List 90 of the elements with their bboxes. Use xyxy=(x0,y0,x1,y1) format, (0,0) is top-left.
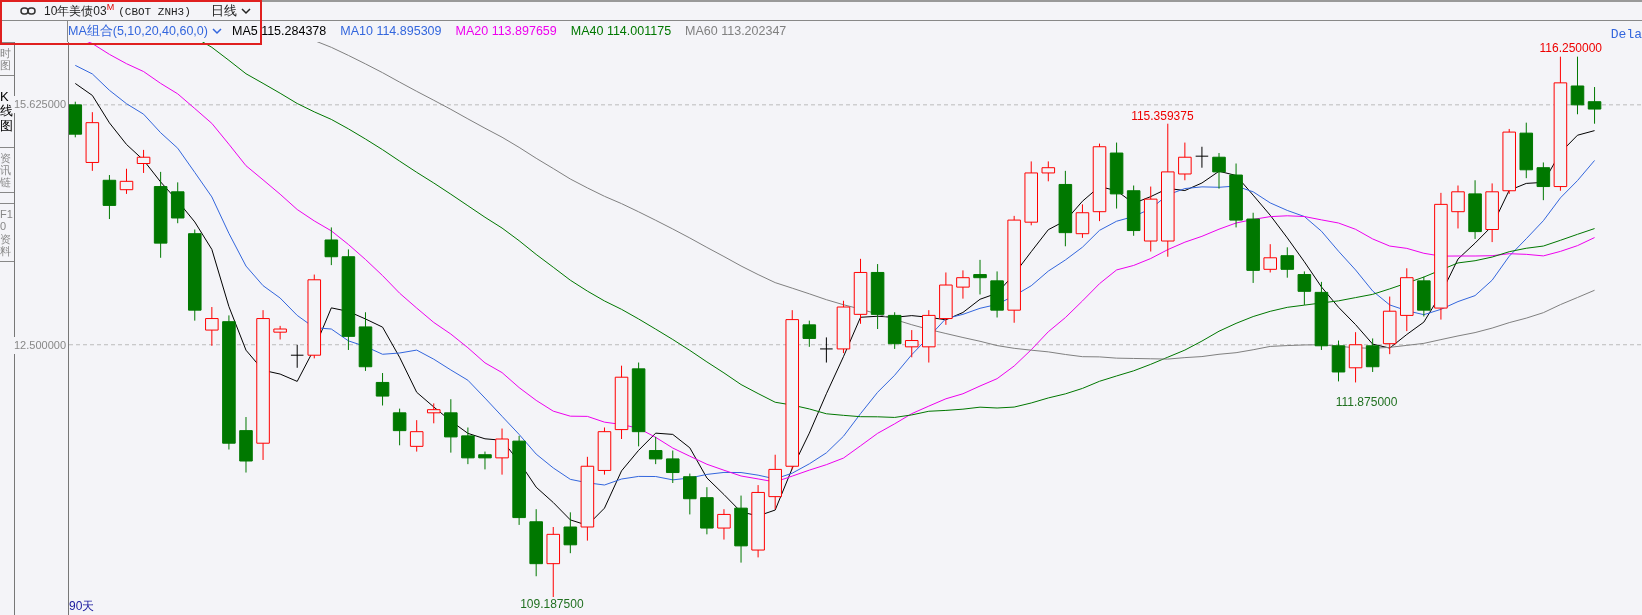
candlestick xyxy=(1570,56,1585,115)
candlestick xyxy=(427,402,441,424)
candlestick xyxy=(392,408,407,446)
candlestick xyxy=(648,436,663,465)
candlestick xyxy=(69,101,83,138)
moving-average-value: MA5 115.284378 xyxy=(231,23,327,41)
candlestick xyxy=(990,270,1004,318)
candlestick xyxy=(273,325,287,340)
chevron-down-icon xyxy=(240,7,251,15)
candlestick xyxy=(665,450,680,484)
candlestick xyxy=(887,311,902,350)
candlestick xyxy=(358,311,373,372)
candlestick xyxy=(939,271,953,326)
candlestick xyxy=(1041,160,1056,182)
candlestick xyxy=(205,306,219,347)
candlestick xyxy=(1536,161,1551,201)
candlestick xyxy=(290,344,304,369)
candlestick xyxy=(768,454,782,510)
candlestick xyxy=(1109,142,1124,210)
period-dropdown[interactable]: 日线 xyxy=(210,1,251,21)
candlestick xyxy=(1348,331,1363,383)
range-label: 90天 xyxy=(69,598,95,615)
candlestick xyxy=(324,226,339,266)
moving-average-value: MA40 114.001175 xyxy=(570,23,672,41)
candlestick xyxy=(1143,186,1158,252)
candlestick xyxy=(239,416,253,474)
candlestick xyxy=(700,486,714,535)
side-tab[interactable]: 时图 xyxy=(0,42,14,77)
status-label: Dela xyxy=(1610,26,1642,44)
candlestick xyxy=(119,168,134,195)
candlestick xyxy=(1263,243,1277,273)
price-axis-label: 12.500000 xyxy=(14,337,66,354)
candlestick xyxy=(1502,128,1516,195)
candlestick xyxy=(853,258,868,325)
side-tab[interactable]: 资讯链 xyxy=(0,147,14,194)
candlestick xyxy=(870,263,885,330)
moving-average-value: MA10 114.895309 xyxy=(340,23,442,41)
price-axis-label: 15.625000 xyxy=(14,96,66,113)
candlestick xyxy=(734,495,748,564)
candlestick xyxy=(136,149,151,174)
moving-average-value: MA60 113.202347 xyxy=(685,23,787,41)
side-tab[interactable]: F10资料 xyxy=(0,203,14,262)
candlestick xyxy=(597,427,612,476)
link-icon[interactable] xyxy=(20,7,36,15)
candlestick xyxy=(461,427,475,465)
candlestick xyxy=(1229,163,1243,228)
candlestick xyxy=(904,329,919,358)
candlestick xyxy=(1075,203,1090,239)
candlestick xyxy=(495,428,509,476)
candlestick xyxy=(1178,142,1192,181)
candlestick xyxy=(1297,270,1312,306)
candlestick xyxy=(1519,122,1534,179)
candlestick xyxy=(922,309,936,364)
candlestick xyxy=(1400,267,1414,332)
candlestick xyxy=(1451,185,1465,229)
instrument-title: 10年美债03$^{M}$ (CBOT ZNH3) xyxy=(44,1,191,20)
candlestick xyxy=(1331,340,1346,382)
candlestick xyxy=(1365,337,1380,373)
candlestick xyxy=(973,259,987,295)
chevron-down-icon xyxy=(211,28,222,35)
candlestick xyxy=(717,508,731,541)
candlestick xyxy=(1314,281,1329,351)
candlestick xyxy=(409,419,424,453)
candlestick xyxy=(1024,160,1038,226)
candlestick xyxy=(956,269,970,300)
candlestick xyxy=(1468,179,1482,240)
candlestick xyxy=(170,181,185,224)
candlestick xyxy=(563,511,578,554)
candlestick xyxy=(1212,152,1226,190)
candlestick xyxy=(1246,212,1260,284)
side-tab[interactable]: K线图 xyxy=(0,86,14,138)
candlestick xyxy=(802,320,817,348)
candlestick xyxy=(1382,296,1397,355)
candlestick xyxy=(836,300,851,354)
candlestick xyxy=(85,111,100,172)
candlestick xyxy=(1587,86,1602,125)
ma-preset-dropdown[interactable]: MA组合(5,10,20,40,60,0) xyxy=(68,22,222,41)
candlestick xyxy=(478,451,492,470)
candlestick xyxy=(444,398,458,454)
candlestick xyxy=(1195,146,1209,169)
candlestick xyxy=(1485,182,1499,243)
candlestick xyxy=(1417,276,1431,317)
candlestick xyxy=(102,174,117,220)
candlestick xyxy=(529,508,543,577)
candlestick xyxy=(1126,185,1141,237)
candlestick xyxy=(375,372,390,406)
moving-average-value: MA20 113.897659 xyxy=(455,23,557,41)
candlestick xyxy=(819,336,834,364)
candlestick xyxy=(1280,246,1295,279)
candlestick xyxy=(683,473,697,515)
